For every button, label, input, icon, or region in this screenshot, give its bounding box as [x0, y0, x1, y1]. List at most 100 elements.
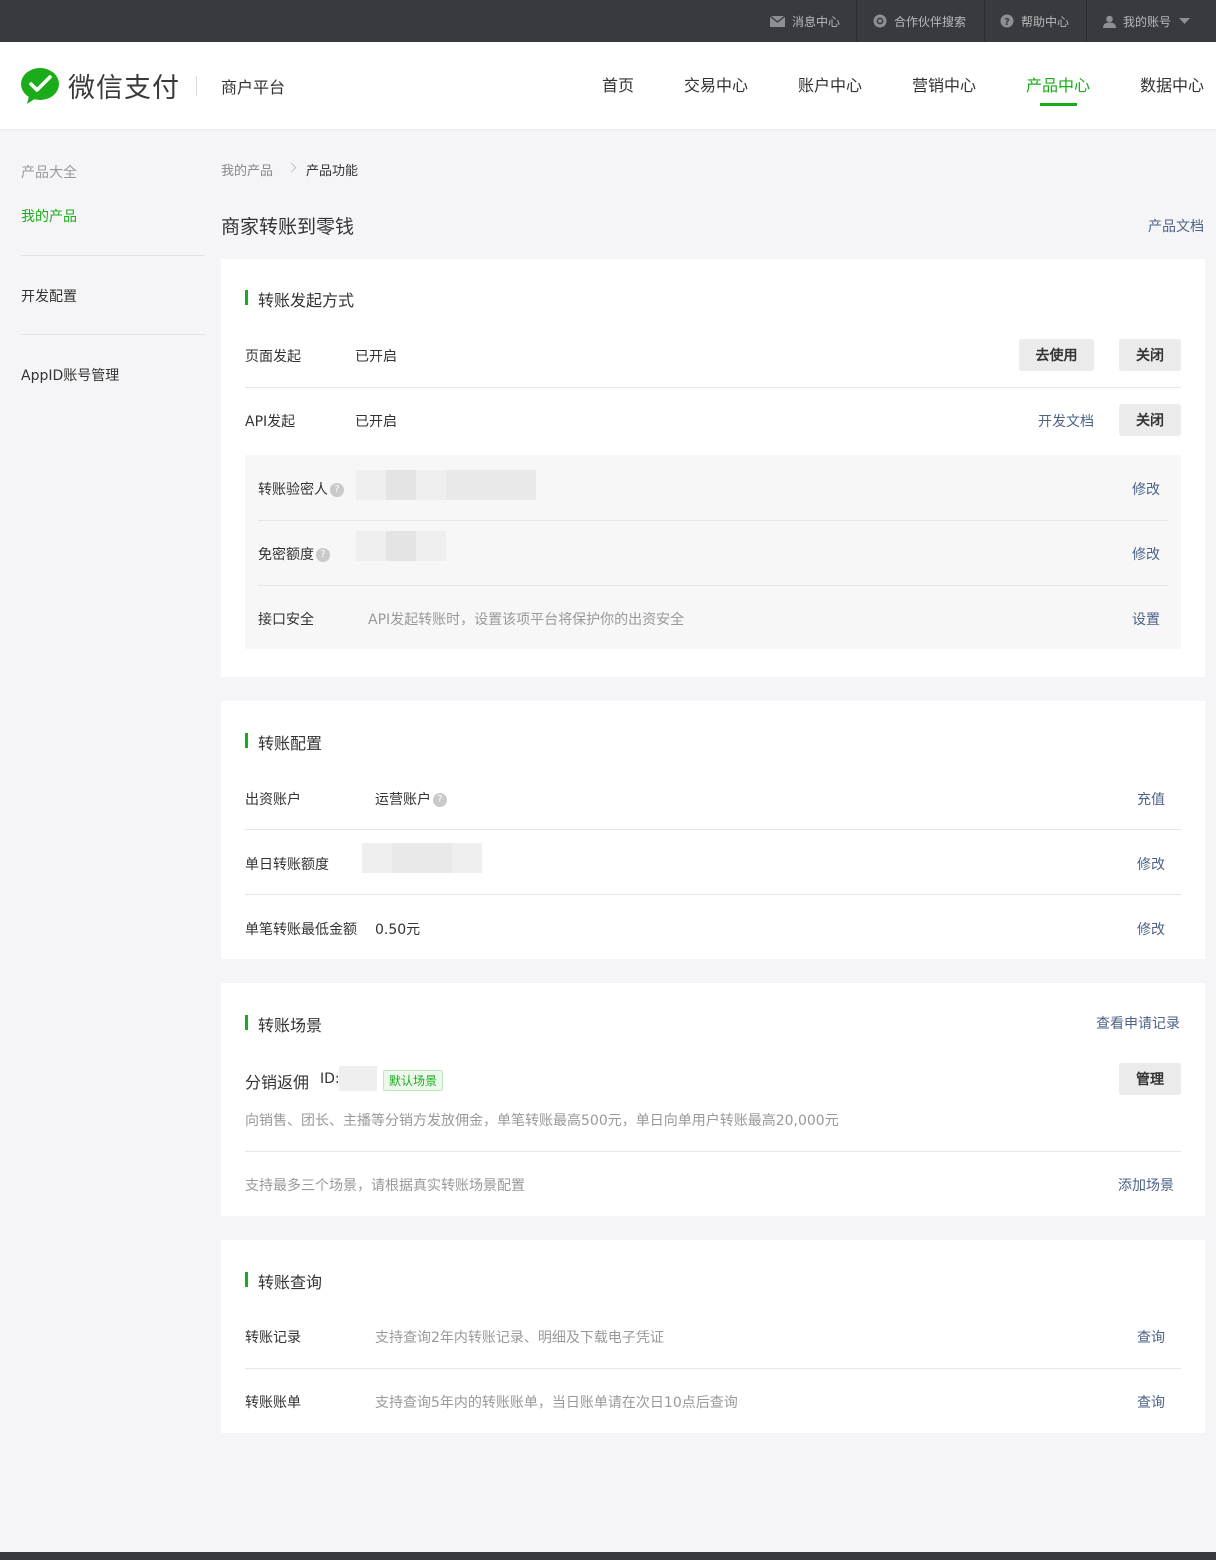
- manage-button[interactable]: 管理: [1119, 1063, 1181, 1095]
- scene-name: 分销返佣: [245, 1073, 310, 1092]
- user-icon: [1103, 15, 1116, 28]
- min-amount-value: 0.50元: [375, 922, 421, 938]
- scene-limit-note: 支持最多三个场景，请根据真实转账场景配置: [245, 1178, 525, 1194]
- api-initiation-status: 已开启: [355, 414, 397, 430]
- divider: [21, 334, 205, 335]
- svg-text:?: ?: [1004, 17, 1010, 28]
- edit-free-limit-link[interactable]: 修改: [1132, 544, 1160, 564]
- security-settings-link[interactable]: 设置: [1132, 609, 1160, 629]
- transfer-records-desc: 支持查询2年内转账记录、明细及下载电子凭证: [375, 1330, 664, 1346]
- sidebar-item-dev-config[interactable]: 开发配置: [21, 286, 77, 306]
- initiation-card: 转账发起方式 页面发起 已开启 去使用 关闭 API发起 已开启 开发文档 关闭…: [221, 259, 1205, 677]
- recharge-link[interactable]: 充值: [1137, 789, 1165, 809]
- divider: [245, 829, 1181, 830]
- nav-marketing[interactable]: 营销中心: [912, 72, 976, 96]
- dev-doc-link[interactable]: 开发文档: [1038, 411, 1094, 431]
- help-icon[interactable]: ?: [316, 548, 330, 562]
- main-header: 微信支付 商户平台 首页 交易中心 账户中心 营销中心 产品中心 数据中心: [0, 42, 1216, 130]
- transfer-bills-label: 转账账单: [245, 1395, 301, 1411]
- divider: [245, 894, 1181, 895]
- verifier-label: 转账验密人?: [258, 479, 344, 499]
- default-scene-badge: 默认场景: [383, 1070, 444, 1091]
- divider: [196, 76, 197, 96]
- active-nav-indicator: [1040, 103, 1077, 106]
- sidebar-item-appid-management[interactable]: AppID账号管理: [21, 365, 119, 385]
- breadcrumb-parent[interactable]: 我的产品: [221, 160, 273, 179]
- nav-accounts[interactable]: 账户中心: [798, 72, 862, 96]
- section-title: 转账场景: [245, 1012, 322, 1036]
- nav-transactions[interactable]: 交易中心: [684, 72, 748, 96]
- account-menu[interactable]: 我的账号: [1103, 0, 1191, 42]
- api-initiation-label: API发起: [245, 414, 296, 430]
- edit-daily-limit-link[interactable]: 修改: [1137, 854, 1165, 874]
- chevron-right-icon: [286, 162, 297, 173]
- transfer-bills-desc: 支持查询5年内的转账账单，当日账单请在次日10点后查询: [375, 1395, 738, 1411]
- transfer-records-label: 转账记录: [245, 1330, 301, 1346]
- section-title: 转账配置: [245, 730, 322, 754]
- fund-account-value: 运营账户?: [375, 789, 447, 809]
- search-icon: [873, 14, 887, 28]
- edit-verifier-link[interactable]: 修改: [1132, 479, 1160, 499]
- nav-data[interactable]: 数据中心: [1140, 72, 1204, 96]
- product-doc-link[interactable]: 产品文档: [1148, 216, 1204, 236]
- footer-bar: [0, 1552, 1216, 1560]
- interface-security-label: 接口安全: [258, 612, 314, 628]
- mail-icon: [770, 15, 785, 27]
- interface-security-desc: API发起转账时，设置该项平台将保护你的出资安全: [368, 612, 685, 628]
- close-api-initiation-button[interactable]: 关闭: [1119, 404, 1181, 436]
- redacted-value: [392, 843, 452, 873]
- partner-search-link[interactable]: 合作伙伴搜索: [873, 0, 966, 42]
- chevron-down-icon: [1179, 18, 1191, 24]
- scene-id-label: ID:: [320, 1071, 340, 1087]
- help-icon: ?: [1000, 14, 1014, 28]
- top-utility-bar: 消息中心 合作伙伴搜索 ? 帮助中心 我的账号: [0, 0, 1216, 42]
- query-card: 转账查询 转账记录 支持查询2年内转账记录、明细及下载电子凭证 查询 转账账单 …: [221, 1240, 1205, 1433]
- page-title: 商家转账到零钱: [221, 216, 355, 238]
- help-center-link[interactable]: ? 帮助中心: [1000, 0, 1069, 42]
- section-title: 转账查询: [245, 1269, 322, 1293]
- sidebar-title: 产品大全: [21, 165, 77, 181]
- scene-card: 转账场景 查看申请记录 分销返佣 ID: 默认场景 管理 向销售、团长、主播等分…: [221, 983, 1205, 1216]
- brand-name: 微信支付: [68, 73, 180, 104]
- divider: [245, 1151, 1181, 1152]
- divider: [245, 387, 1181, 388]
- page-initiation-label: 页面发起: [245, 349, 301, 365]
- query-records-link[interactable]: 查询: [1137, 1327, 1165, 1347]
- divider: [856, 0, 857, 42]
- help-center-label: 帮助中心: [1021, 14, 1070, 29]
- min-amount-label: 单笔转账最低金额: [245, 922, 357, 938]
- free-limit-label: 免密额度?: [258, 544, 330, 564]
- page-initiation-status: 已开启: [355, 349, 397, 365]
- edit-min-amount-link[interactable]: 修改: [1137, 919, 1165, 939]
- divider: [1086, 0, 1087, 42]
- add-scene-link[interactable]: 添加场景: [1118, 1175, 1174, 1195]
- divider: [258, 520, 1168, 521]
- help-icon[interactable]: ?: [330, 483, 344, 497]
- nav-products[interactable]: 产品中心: [1026, 72, 1090, 96]
- redacted-value: [446, 470, 536, 500]
- section-title: 转账发起方式: [245, 287, 354, 311]
- help-icon[interactable]: ?: [433, 793, 447, 807]
- use-button[interactable]: 去使用: [1019, 339, 1094, 371]
- query-bills-link[interactable]: 查询: [1137, 1392, 1165, 1412]
- config-card: 转账配置 出资账户 运营账户? 充值 单日转账额度 修改 单笔转账最低金额 0.…: [221, 701, 1205, 959]
- nav-home[interactable]: 首页: [602, 72, 634, 96]
- redacted-value: [386, 470, 416, 500]
- divider: [21, 255, 205, 256]
- account-label: 我的账号: [1123, 14, 1172, 29]
- message-center-link[interactable]: 消息中心: [770, 0, 840, 42]
- close-page-initiation-button[interactable]: 关闭: [1119, 339, 1181, 371]
- redacted-value: [386, 531, 416, 561]
- message-center-label: 消息中心: [792, 14, 841, 29]
- platform-name: 商户平台: [221, 78, 286, 97]
- view-application-records-link[interactable]: 查看申请记录: [1096, 1013, 1180, 1033]
- scene-description: 向销售、团长、主播等分销方发放佣金，单笔转账最高500元，单日向单用户转账最高2…: [245, 1113, 839, 1129]
- sidebar-item-my-products[interactable]: 我的产品: [21, 206, 77, 226]
- divider: [258, 585, 1168, 586]
- api-settings-panel: 转账验密人? 修改 免密额度? 修改 接口安全 API发起转账时，设置该项平台将…: [245, 455, 1181, 649]
- partner-search-label: 合作伙伴搜索: [894, 14, 967, 29]
- redacted-value: [339, 1066, 377, 1091]
- daily-limit-label: 单日转账额度: [245, 857, 329, 873]
- wechat-pay-logo-icon[interactable]: [20, 66, 60, 106]
- breadcrumb-current: 产品功能: [306, 164, 359, 179]
